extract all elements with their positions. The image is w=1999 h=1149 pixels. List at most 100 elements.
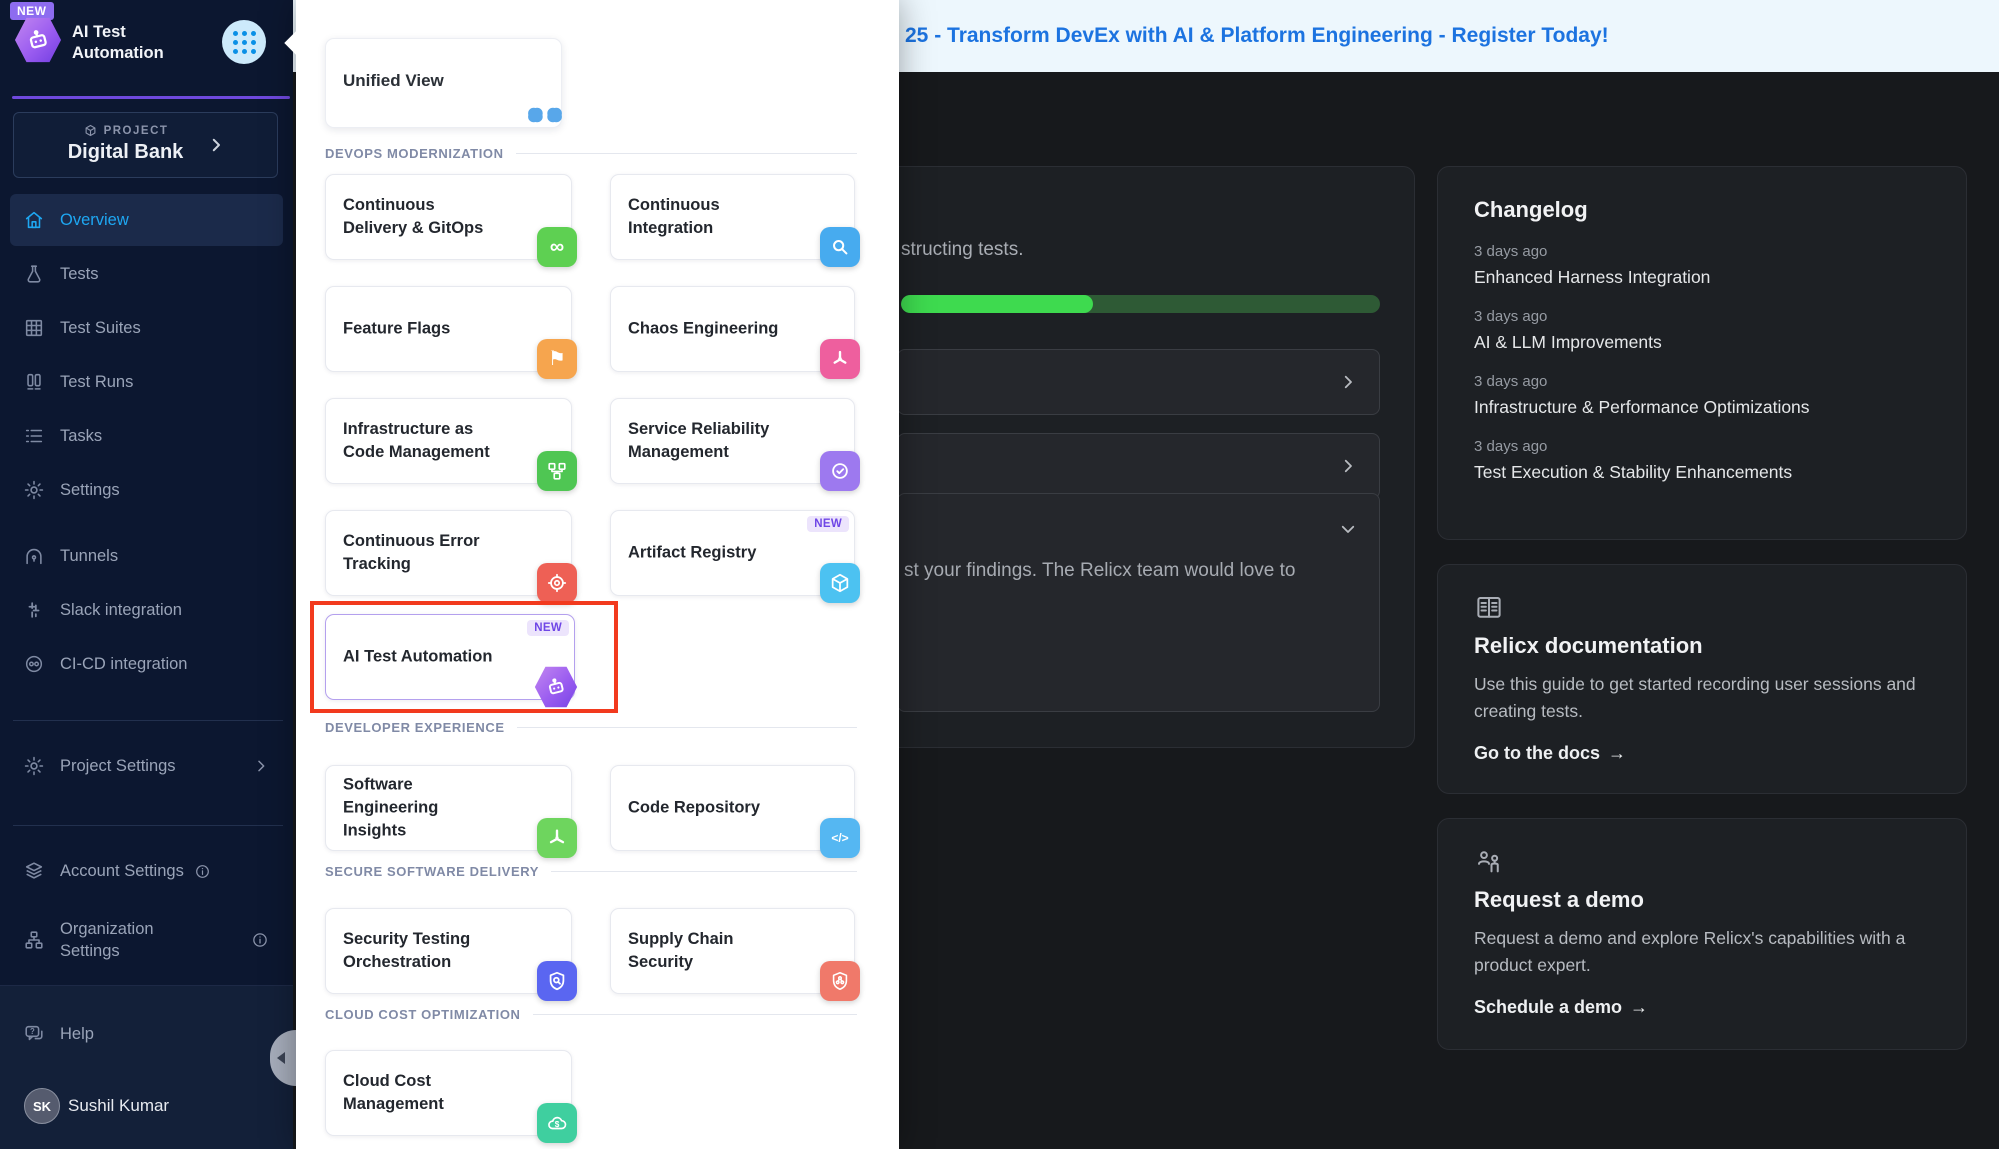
changelog-entry-date: 3 days ago — [1474, 373, 1934, 390]
changelog-entry-date: 3 days ago — [1474, 308, 1934, 325]
svg-text:$: $ — [555, 1120, 560, 1129]
shield-nodes-icon — [820, 961, 860, 1001]
robot-icon — [534, 665, 578, 709]
layers-gear-icon — [22, 859, 46, 883]
project-name: Digital Bank — [14, 141, 237, 164]
module-tile-feature-flags[interactable]: Feature Flags ⚑ — [325, 286, 572, 372]
sidebar-item-help[interactable]: ? Help — [10, 1008, 283, 1060]
changelog-entry-date: 3 days ago — [1474, 243, 1934, 260]
section-header: SECURE SOFTWARE DELIVERY — [325, 864, 857, 879]
schedule-demo-link[interactable]: Schedule a demo→ — [1474, 997, 1934, 1018]
user-name: Sushil Kumar — [68, 1096, 169, 1116]
magnifier-icon — [820, 227, 860, 267]
module-tile-artifact-registry[interactable]: Artifact Registry NEW — [610, 510, 855, 596]
changelog-title: Changelog — [1474, 197, 1934, 223]
checklist-row-expanded[interactable]: st your findings. The Relicx team would … — [897, 493, 1380, 712]
module-picker-panel: Unified View DEVOPS MODERNIZATION Contin… — [296, 0, 899, 1149]
infinity-icon: ∞ — [537, 227, 577, 267]
sidebar-item-ci-cd-integration[interactable]: CI-CD integration — [10, 638, 283, 690]
help-chat-icon: ? — [22, 1022, 46, 1046]
module-tile-security-testing-orchestration[interactable]: Security Testing Orchestration — [325, 908, 572, 994]
changelog-entry-title: Infrastructure & Performance Optimizatio… — [1474, 397, 1934, 418]
flag-icon: ⚑ — [537, 339, 577, 379]
request-demo-card: Request a demo Request a demo and explor… — [1437, 818, 1967, 1050]
unified-view-icon — [521, 91, 569, 139]
progress-bar-fill — [901, 295, 1093, 313]
changelog-entry-date: 3 days ago — [1474, 438, 1934, 455]
documentation-card: Relicx documentation Use this guide to g… — [1437, 564, 1967, 794]
home-icon — [22, 208, 46, 232]
sidebar-item-overview[interactable]: Overview — [10, 194, 283, 246]
gear-icon — [22, 754, 46, 778]
module-tile-ai-test-automation[interactable]: AI Test Automation NEW — [325, 614, 575, 700]
announcement-text: 25 - Transform DevEx with AI & Platform … — [905, 0, 1609, 72]
module-tile-continuous-integration[interactable]: Continuous Integration — [610, 174, 855, 260]
module-tile-unified-view[interactable]: Unified View — [325, 38, 562, 128]
module-tile-continuous-error-tracking[interactable]: Continuous Error Tracking — [325, 510, 572, 596]
sidebar-item-project-settings[interactable]: Project Settings — [10, 740, 283, 792]
chevron-down-icon[interactable] — [1339, 520, 1357, 538]
sidebar-item-test-runs[interactable]: Test Runs — [10, 356, 283, 408]
changelog-entries: 3 days ago Enhanced Harness Integration … — [1474, 243, 1934, 483]
checklist-row[interactable] — [897, 433, 1380, 499]
chevron-right-icon — [1339, 373, 1357, 391]
app-title: AI Test Automation — [72, 22, 202, 65]
module-tile-service-reliability-management[interactable]: Service Reliability Management — [610, 398, 855, 484]
columns-icon — [22, 370, 46, 394]
code-icon: </> — [820, 818, 860, 858]
chevron-right-icon — [253, 758, 269, 774]
slack-icon — [22, 598, 46, 622]
changelog-entry-title: AI & LLM Improvements — [1474, 332, 1934, 353]
org-tree-icon — [22, 928, 46, 952]
divider — [13, 720, 283, 721]
project-selector[interactable]: PROJECT Digital Bank — [13, 112, 278, 178]
module-tile-software-engineering-insights[interactable]: Software Engineering Insights — [325, 765, 572, 851]
documentation-body: Use this guide to get started recording … — [1474, 671, 1934, 725]
sidebar-item-slack-integration[interactable]: Slack integration — [10, 584, 283, 636]
changelog-entry: 3 days ago Infrastructure & Performance … — [1474, 373, 1934, 418]
chevron-right-icon — [1339, 457, 1357, 475]
clock-check-icon — [820, 451, 860, 491]
list-icon — [22, 424, 46, 448]
request-demo-body: Request a demo and explore Relicx's capa… — [1474, 925, 1934, 979]
arrow-right-icon: → — [1608, 743, 1626, 764]
pinwheel-icon — [820, 339, 860, 379]
user-menu[interactable]: SK Sushil Kumar — [10, 1080, 283, 1132]
sidebar-item-tasks[interactable]: Tasks — [10, 410, 283, 462]
changelog-entry: 3 days ago Test Execution & Stability En… — [1474, 438, 1934, 483]
module-tile-cloud-cost-management[interactable]: Cloud Cost Management $ — [325, 1050, 572, 1136]
sidebar-item-settings[interactable]: Settings — [10, 464, 283, 516]
sidebar: NEW AI Test Automation PROJECT Digital B… — [0, 0, 293, 1149]
divider — [13, 825, 283, 826]
module-tile-supply-chain-security[interactable]: Supply Chain Security — [610, 908, 855, 994]
new-badge: NEW — [527, 620, 569, 636]
module-tile-code-repository[interactable]: Code Repository </> — [610, 765, 855, 851]
project-label: PROJECT — [104, 125, 169, 137]
apps-grid-button[interactable] — [222, 20, 266, 64]
people-icon — [1474, 847, 1934, 877]
changelog-entry-title: Test Execution & Stability Enhancements — [1474, 462, 1934, 483]
arrow-right-icon: → — [1630, 997, 1648, 1018]
module-tile-chaos-engineering[interactable]: Chaos Engineering — [610, 286, 855, 372]
info-icon — [194, 863, 211, 880]
expanded-row-text: st your findings. The Relicx team would … — [904, 560, 1295, 582]
book-icon — [1474, 593, 1934, 623]
checklist-row[interactable] — [897, 349, 1380, 415]
sidebar-item-tunnels[interactable]: Tunnels — [10, 530, 283, 582]
app-root: 25 - Transform DevEx with AI & Platform … — [0, 0, 1999, 1149]
section-header: CLOUD COST OPTIMIZATION — [325, 1007, 857, 1022]
module-tile-continuous-delivery-gitops[interactable]: Continuous Delivery & GitOps ∞ — [325, 174, 572, 260]
svg-text:?: ? — [30, 1027, 35, 1036]
tunnel-icon — [22, 544, 46, 568]
sidebar-item-account-settings[interactable]: Account Settings — [10, 845, 283, 897]
getting-started-card: structing tests. st your findings. The R… — [860, 166, 1415, 748]
changelog-entry: 3 days ago AI & LLM Improvements — [1474, 308, 1934, 353]
module-tile-infrastructure-as-code-management[interactable]: Infrastructure as Code Management — [325, 398, 572, 484]
sidebar-item-tests[interactable]: Tests — [10, 248, 283, 300]
flask-icon — [22, 262, 46, 286]
cicd-icon — [22, 652, 46, 676]
go-to-docs-link[interactable]: Go to the docs→ — [1474, 743, 1934, 764]
sidebar-item-test-suites[interactable]: Test Suites — [10, 302, 283, 354]
changelog-card: Changelog 3 days ago Enhanced Harness In… — [1437, 166, 1967, 540]
sidebar-item-organization-settings[interactable]: Organization Settings — [10, 908, 283, 972]
